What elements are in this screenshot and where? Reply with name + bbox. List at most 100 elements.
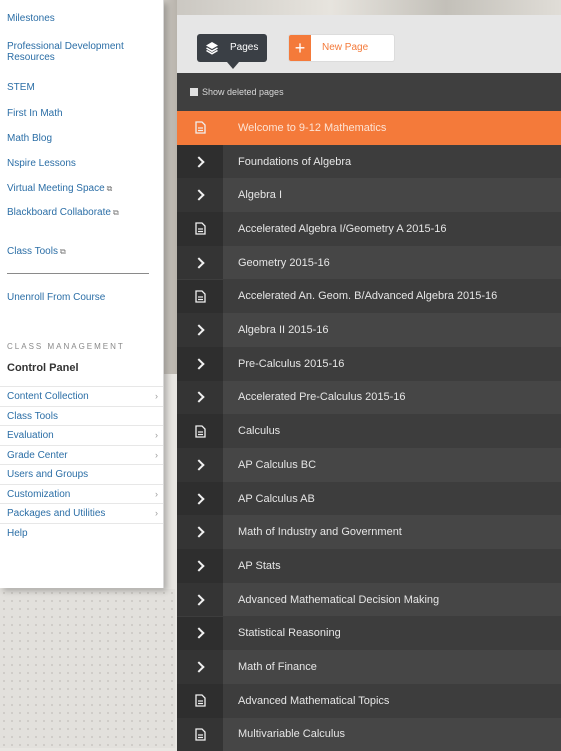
chevron-right-icon[interactable] — [177, 313, 223, 347]
chevron-right-icon[interactable] — [177, 448, 223, 482]
show-deleted-label: Show deleted pages — [202, 87, 284, 97]
chevron-right-icon[interactable] — [177, 380, 223, 415]
section-label: CLASS MANAGEMENT — [7, 342, 125, 351]
page-title: Calculus — [238, 425, 281, 438]
chevron-right-icon[interactable] — [177, 650, 223, 684]
page-row[interactable]: AP Stats — [177, 549, 561, 583]
chevron-right-icon: › — [155, 391, 158, 401]
new-page-label: New Page — [322, 42, 369, 53]
new-page-button[interactable]: + New Page — [288, 34, 395, 62]
control-panel-item-label: Evaluation — [7, 430, 54, 441]
course-tool-link[interactable]: STEM — [7, 82, 157, 93]
page-title: AP Calculus BC — [238, 458, 317, 471]
chevron-right-icon[interactable] — [177, 178, 223, 213]
course-tool-link[interactable]: Virtual Meeting Space ⧉ — [7, 183, 157, 194]
chevron-right-icon[interactable] — [177, 616, 223, 651]
page-row[interactable]: Advanced Mathematical Decision Making — [177, 582, 561, 617]
course-tool-link[interactable]: Milestones — [7, 13, 157, 24]
page-title: Algebra II 2015-16 — [238, 324, 329, 337]
pages-button[interactable]: Pages — [197, 34, 267, 62]
page-row[interactable]: Multivariable Calculus — [177, 717, 561, 751]
page-row[interactable]: Math of Finance — [177, 650, 561, 684]
control-panel-item[interactable]: Help — [0, 522, 163, 543]
page-row[interactable]: Pre-Calculus 2015-16 — [177, 346, 561, 381]
menu-divider — [7, 273, 149, 274]
course-tool-label: Blackboard Collaborate — [7, 207, 111, 218]
control-panel-item[interactable]: Packages and Utilities › — [0, 503, 163, 523]
course-tool-label: Milestones — [7, 13, 55, 24]
course-tool-link[interactable]: Nspire Lessons — [7, 158, 157, 169]
course-tool-label: Virtual Meeting Space — [7, 183, 105, 194]
course-tool-label: Math Blog — [7, 133, 53, 144]
unenroll-link[interactable]: Unenroll From Course — [7, 292, 157, 303]
page-row[interactable]: Welcome to 9-12 Mathematics — [177, 111, 561, 145]
document-icon — [177, 683, 223, 718]
page-title: Accelerated Algebra I/Geometry A 2015-16 — [238, 222, 447, 235]
page-row[interactable]: Advanced Mathematical Topics — [177, 683, 561, 718]
page-row[interactable]: Math of Industry and Government — [177, 515, 561, 550]
chevron-right-icon[interactable] — [177, 515, 223, 550]
control-panel-item[interactable]: Customization › — [0, 483, 163, 504]
page-title: Algebra I — [238, 189, 283, 202]
pages-button-pointer — [227, 62, 239, 69]
control-panel-item[interactable]: Evaluation › — [0, 425, 163, 445]
page-title: AP Calculus AB — [238, 492, 315, 505]
course-banner — [177, 0, 561, 15]
layers-icon — [205, 34, 219, 65]
chevron-right-icon[interactable] — [177, 245, 223, 280]
plus-icon: + — [289, 35, 311, 61]
course-tool-link[interactable]: Class Tools ⧉ — [7, 246, 157, 257]
control-panel-item-label: Content Collection — [7, 391, 89, 402]
course-tool-link[interactable]: Blackboard Collaborate ⧉ — [7, 207, 157, 218]
document-icon — [177, 279, 223, 314]
page-row[interactable]: AP Calculus AB — [177, 481, 561, 516]
page-title: Accelerated Pre-Calculus 2015-16 — [238, 391, 406, 404]
chevron-right-icon[interactable] — [177, 144, 223, 179]
course-tool-label: First In Math — [7, 108, 63, 119]
page-title: AP Stats — [238, 559, 281, 572]
page-title: Advanced Mathematical Decision Making — [238, 593, 440, 606]
external-link-icon: ⧉ — [59, 247, 66, 256]
page-row[interactable]: Foundations of Algebra — [177, 144, 561, 179]
chevron-right-icon[interactable] — [177, 549, 223, 583]
chevron-right-icon: › — [155, 508, 158, 518]
course-tool-link[interactable]: Math Blog — [7, 133, 157, 144]
control-panel-item[interactable]: Grade Center › — [0, 444, 163, 465]
chevron-right-icon[interactable] — [177, 346, 223, 381]
course-tool-link[interactable]: First In Math — [7, 108, 157, 119]
chevron-right-icon[interactable] — [177, 481, 223, 516]
chevron-right-icon: › — [155, 449, 158, 460]
control-panel-item[interactable]: Users and Groups — [0, 464, 163, 484]
course-tool-label: STEM — [7, 82, 35, 93]
unenroll-label: Unenroll From Course — [7, 292, 106, 303]
page-row[interactable]: Accelerated An. Geom. B/Advanced Algebra… — [177, 279, 561, 314]
page-row[interactable]: AP Calculus BC — [177, 448, 561, 482]
page-row[interactable]: Algebra II 2015-16 — [177, 313, 561, 347]
course-tool-link[interactable]: Professional Development Resources — [7, 41, 157, 63]
page-row[interactable]: Calculus — [177, 414, 561, 448]
chevron-right-icon: › — [155, 488, 158, 499]
chevron-right-icon[interactable] — [177, 582, 223, 617]
background-pattern — [0, 589, 175, 748]
page-row[interactable]: Algebra I — [177, 178, 561, 213]
page-row[interactable]: Accelerated Algebra I/Geometry A 2015-16 — [177, 212, 561, 246]
page-row[interactable]: Statistical Reasoning — [177, 616, 561, 651]
control-panel-item-label: Grade Center — [7, 449, 68, 461]
document-icon — [177, 212, 223, 246]
page-title: Multivariable Calculus — [238, 728, 345, 741]
page-row[interactable]: Accelerated Pre-Calculus 2015-16 — [177, 380, 561, 415]
chevron-right-icon: › — [155, 430, 158, 440]
control-panel-item-label: Users and Groups — [7, 469, 89, 480]
control-panel-item-label: Customization — [7, 488, 71, 500]
document-icon — [177, 717, 223, 751]
page-title: Math of Industry and Government — [238, 526, 402, 539]
show-deleted-row[interactable]: Show deleted pages — [177, 73, 561, 111]
control-panel-item[interactable]: Class Tools — [0, 405, 163, 426]
page-title: Math of Finance — [238, 661, 317, 674]
course-tool-label: Professional Development Resources — [7, 41, 124, 63]
control-panel-item[interactable]: Content Collection › — [0, 386, 163, 406]
page-row[interactable]: Geometry 2015-16 — [177, 245, 561, 280]
control-panel-item-label: Packages and Utilities — [7, 508, 106, 519]
page-title: Foundations of Algebra — [238, 155, 352, 168]
document-icon — [177, 111, 223, 145]
